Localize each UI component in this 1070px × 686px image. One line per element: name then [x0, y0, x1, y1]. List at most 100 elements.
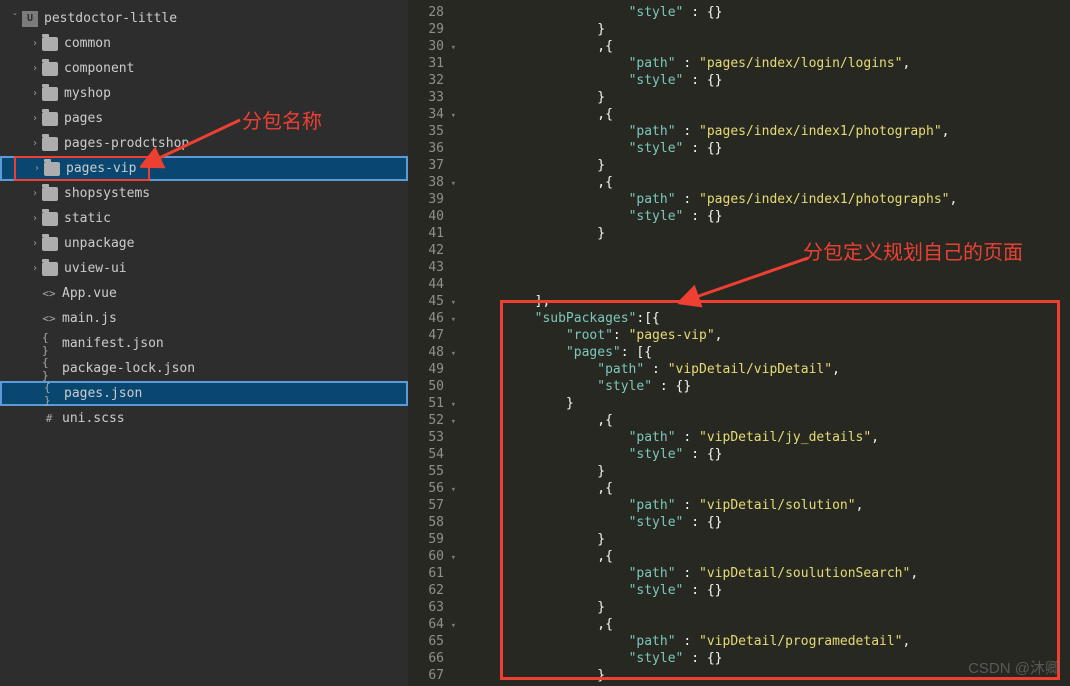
code-line[interactable]: [472, 259, 957, 276]
file-label: uni.scss: [62, 411, 125, 426]
fold-icon[interactable]: ▾: [451, 295, 456, 312]
line-number: 37: [408, 157, 444, 174]
chevron-right-icon: ›: [28, 38, 42, 49]
line-number: 58: [408, 514, 444, 531]
code-line[interactable]: "style" : {}: [472, 378, 957, 395]
code-line[interactable]: "path" : "pages/index/login/logins",: [472, 55, 957, 72]
file-label: package-lock.json: [62, 361, 195, 376]
code-line[interactable]: ,{: [472, 616, 957, 633]
code-line[interactable]: "pages": [{: [472, 344, 957, 361]
line-number: 32: [408, 72, 444, 89]
file-item-main-js[interactable]: <>main.js: [0, 306, 408, 331]
folder-icon: [42, 112, 58, 126]
code-line[interactable]: ,{: [472, 174, 957, 191]
code-line[interactable]: }: [472, 395, 957, 412]
chevron-right-icon: ›: [28, 138, 42, 149]
line-number: 56▾: [408, 480, 444, 497]
line-number: 62: [408, 582, 444, 599]
file-item-App-vue[interactable]: <>App.vue: [0, 281, 408, 306]
line-number: 46▾: [408, 310, 444, 327]
fold-icon[interactable]: ▾: [451, 482, 456, 499]
code-content[interactable]: "style" : {} } ,{ "path" : "pages/index/…: [452, 0, 957, 686]
fold-icon[interactable]: ▾: [451, 108, 456, 125]
code-line[interactable]: }: [472, 667, 957, 684]
code-line[interactable]: ,{: [472, 412, 957, 429]
code-line[interactable]: [472, 242, 957, 259]
code-line[interactable]: "style" : {}: [472, 140, 957, 157]
file-item-package-lock-json[interactable]: { }package-lock.json: [0, 356, 408, 381]
folder-item-pages-vip[interactable]: ›pages-vip: [0, 156, 408, 181]
folder-label: myshop: [64, 86, 111, 101]
folder-item-unpackage[interactable]: ›unpackage: [0, 231, 408, 256]
file-item-pages-json[interactable]: { }pages.json: [0, 381, 408, 406]
line-number: 57: [408, 497, 444, 514]
folder-item-static[interactable]: ›static: [0, 206, 408, 231]
line-number: 40: [408, 208, 444, 225]
code-line[interactable]: }: [472, 599, 957, 616]
code-line[interactable]: ,{: [472, 480, 957, 497]
code-line[interactable]: }: [472, 531, 957, 548]
code-line[interactable]: "style" : {}: [472, 582, 957, 599]
file-item-uni-scss[interactable]: #uni.scss: [0, 406, 408, 431]
code-line[interactable]: ,{: [472, 548, 957, 565]
chevron-right-icon: ›: [28, 88, 42, 99]
file-icon: { }: [42, 336, 56, 352]
file-icon: <>: [42, 286, 56, 302]
fold-icon[interactable]: ▾: [451, 550, 456, 567]
code-line[interactable]: "style" : {}: [472, 446, 957, 463]
code-line[interactable]: }: [472, 89, 957, 106]
fold-icon[interactable]: ▾: [451, 397, 456, 414]
folder-item-pages[interactable]: ›pages: [0, 106, 408, 131]
line-number: 38▾: [408, 174, 444, 191]
code-line[interactable]: }: [472, 21, 957, 38]
code-line[interactable]: "style" : {}: [472, 72, 957, 89]
code-line[interactable]: "path" : "pages/index/index1/photograph"…: [472, 123, 957, 140]
chevron-right-icon: ›: [28, 188, 42, 199]
fold-icon[interactable]: ▾: [451, 40, 456, 57]
fold-icon[interactable]: ▾: [451, 312, 456, 329]
code-line[interactable]: "style" : {}: [472, 4, 957, 21]
line-number: 34▾: [408, 106, 444, 123]
code-line[interactable]: "path" : "vipDetail/soulutionSearch",: [472, 565, 957, 582]
code-line[interactable]: }: [472, 157, 957, 174]
code-editor[interactable]: 282930▾31323334▾35363738▾39404142434445▾…: [408, 0, 1070, 686]
watermark: CSDN @沐卿: [968, 657, 1060, 678]
line-number: 64▾: [408, 616, 444, 633]
line-number: 61: [408, 565, 444, 582]
project-root[interactable]: ˇ U pestdoctor-little: [0, 6, 408, 31]
code-line[interactable]: [472, 276, 957, 293]
code-line[interactable]: }: [472, 225, 957, 242]
line-number: 31: [408, 55, 444, 72]
folder-item-shopsystems[interactable]: ›shopsystems: [0, 181, 408, 206]
folder-icon: [42, 212, 58, 226]
folder-item-pages-prodctshop[interactable]: ›pages-prodctshop: [0, 131, 408, 156]
file-icon: { }: [44, 386, 58, 402]
folder-icon: [42, 262, 58, 276]
code-line[interactable]: "path" : "vipDetail/jy_details",: [472, 429, 957, 446]
chevron-right-icon: ›: [28, 63, 42, 74]
code-line[interactable]: "root": "pages-vip",: [472, 327, 957, 344]
fold-icon[interactable]: ▾: [451, 618, 456, 635]
code-line[interactable]: "path" : "vipDetail/programedetail",: [472, 633, 957, 650]
fold-icon[interactable]: ▾: [451, 414, 456, 431]
code-line[interactable]: "path" : "vipDetail/vipDetail",: [472, 361, 957, 378]
folder-item-uview-ui[interactable]: ›uview-ui: [0, 256, 408, 281]
folder-item-myshop[interactable]: › myshop: [0, 81, 408, 106]
file-icon: <>: [42, 311, 56, 327]
folder-icon: [42, 37, 58, 51]
file-item-manifest-json[interactable]: { }manifest.json: [0, 331, 408, 356]
code-line[interactable]: "style" : {}: [472, 514, 957, 531]
code-line[interactable]: "path" : "vipDetail/solution",: [472, 497, 957, 514]
code-line[interactable]: ],: [472, 293, 957, 310]
folder-item-component[interactable]: ›component: [0, 56, 408, 81]
code-line[interactable]: "path" : "pages/index/index1/photographs…: [472, 191, 957, 208]
code-line[interactable]: "style" : {}: [472, 208, 957, 225]
code-line[interactable]: "subPackages":[{: [472, 310, 957, 327]
code-line[interactable]: }: [472, 463, 957, 480]
code-line[interactable]: ,{: [472, 106, 957, 123]
fold-icon[interactable]: ▾: [451, 176, 456, 193]
fold-icon[interactable]: ▾: [451, 346, 456, 363]
code-line[interactable]: "style" : {}: [472, 650, 957, 667]
code-line[interactable]: ,{: [472, 38, 957, 55]
folder-item-common[interactable]: ›common: [0, 31, 408, 56]
